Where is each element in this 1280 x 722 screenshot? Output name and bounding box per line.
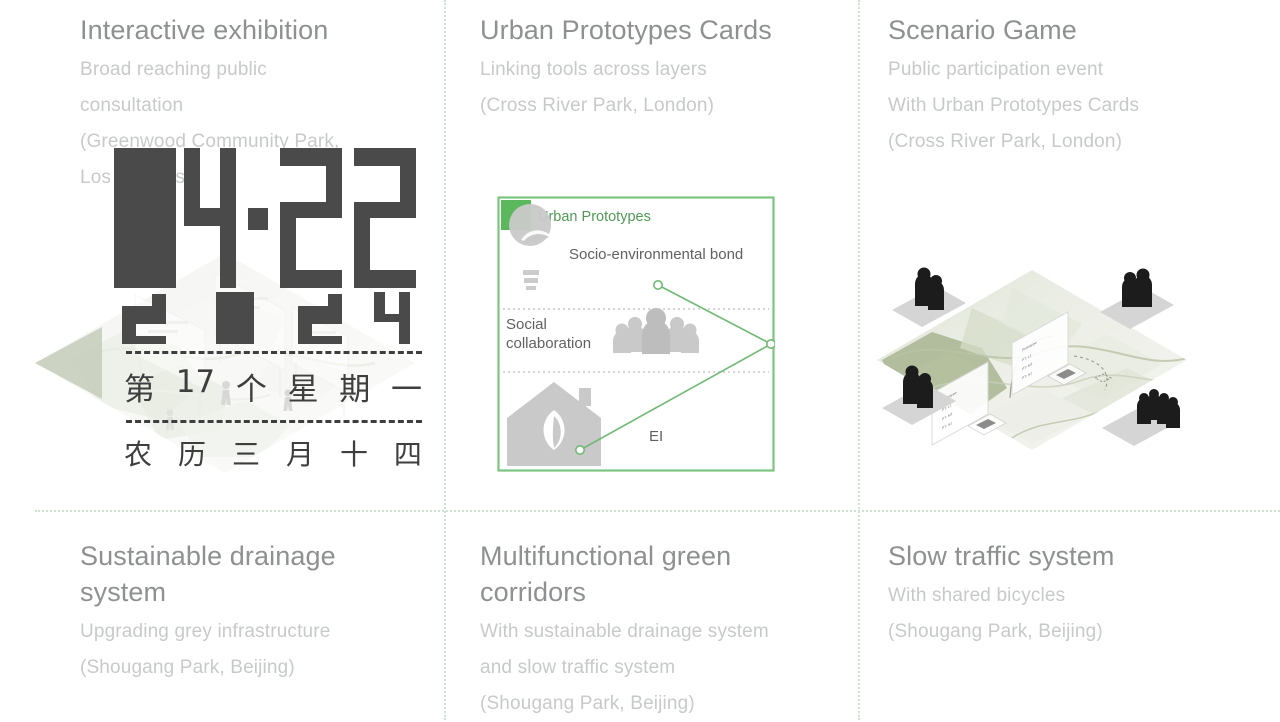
connector-node-bottom — [575, 445, 586, 456]
cell-title-slow-traffic: Slow traffic system — [888, 541, 1115, 571]
connector-node-top — [653, 280, 664, 291]
row-label-ei: EI — [649, 428, 663, 445]
row-label-collaboration: collaboration — [506, 335, 591, 352]
cell-title-interactive-exhibition: Interactive exhibition — [80, 15, 329, 45]
cell-interactive-exhibition: Interactive exhibition Broad reaching pu… — [0, 0, 444, 510]
cell-title-green-corridors: Multifunctional green corridors — [480, 541, 732, 607]
urban-prototypes-card-diagram: Urban Prototypes Socio-environmental bon… — [497, 196, 775, 472]
cell-green-corridors: Multifunctional green corridors With sus… — [444, 524, 858, 720]
connector-node-right — [766, 339, 775, 349]
cell-title-sustainable-drainage: Sustainable drainage system — [80, 541, 336, 607]
row-label-social: Social — [506, 316, 547, 333]
cell-subtitle-green-corridors: With sustainable drainage system and slo… — [480, 621, 769, 714]
cell-subtitle-scenario-game: Public participation event With Urban Pr… — [888, 59, 1140, 152]
cell-title-urban-prototypes-cards: Urban Prototypes Cards — [480, 15, 772, 45]
cell-subtitle-urban-prototypes-cards: Linking tools across layers (Cross River… — [480, 59, 715, 116]
cell-sustainable-drainage: Sustainable drainage system Upgrading gr… — [0, 524, 444, 720]
cell-title-scenario-game: Scenario Game — [888, 15, 1077, 45]
cell-subtitle-slow-traffic: With shared bicycles (Shougang Park, Bei… — [888, 585, 1103, 642]
cell-subtitle-interactive-exhibition: Broad reaching public consultation (Gree… — [80, 59, 340, 188]
isometric-scenario-board: Prototype PT: L1 PT: M1 PT: S1 Prototype… — [877, 267, 1187, 450]
row-label-socio-environmental-bond: Socio-environmental bond — [569, 246, 743, 263]
card-header-label: Urban Prototypes — [538, 209, 651, 225]
cell-slow-traffic: Slow traffic system With shared bicycles… — [858, 524, 1280, 720]
cell-subtitle-sustainable-drainage: Upgrading grey infrastructure (Shougang … — [80, 621, 331, 678]
horizontal-divider — [35, 510, 1280, 512]
six-cell-grid: Interactive exhibition Broad reaching pu… — [0, 0, 1280, 720]
